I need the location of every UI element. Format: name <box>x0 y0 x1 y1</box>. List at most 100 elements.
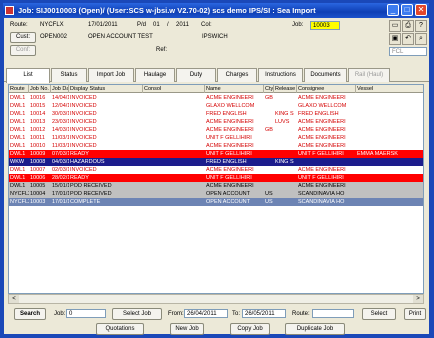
cell-job: 10003 <box>30 199 46 205</box>
table-row[interactable]: NYCFLX10003 17/01/11COMPLETE OPEN ACCOUNT U… <box>9 198 423 206</box>
tab-duty[interactable]: Duty <box>176 68 216 82</box>
cell-vessel <box>356 190 423 198</box>
table-row[interactable]: DWL1 10013 23/03/11INVOICED ACME ENGINEERI L… <box>9 118 423 126</box>
scroll-left-arrow[interactable]: < <box>9 295 19 303</box>
cell-job: 10013 <box>30 119 46 125</box>
cell-consol <box>143 158 205 166</box>
help-icon[interactable]: ? <box>415 20 427 32</box>
tab-haulage[interactable]: Haulage <box>135 68 175 82</box>
lock-icon[interactable]: ▣ <box>389 33 401 45</box>
table-row[interactable]: WKW 10008 04/03/11HAZARDOUS FRED ENGLISH KIN… <box>9 158 423 166</box>
select-button[interactable]: Select <box>362 308 396 320</box>
search-job-input[interactable]: 0 <box>66 309 106 318</box>
cell-date: 14/04/11 <box>52 95 69 101</box>
cell-vessel <box>356 182 423 190</box>
tab-status[interactable]: Status <box>51 68 87 82</box>
horizontal-scrollbar[interactable]: < > <box>8 294 424 304</box>
table-row[interactable]: DWL1 10012 14/03/11INVOICED ACME ENGINEERI G… <box>9 126 423 134</box>
minimize-button[interactable]: _ <box>387 4 399 16</box>
cell-cty <box>264 174 274 182</box>
tab-instructions[interactable]: Instructions <box>258 68 303 82</box>
col-header-display-status[interactable]: Display Status <box>69 85 143 93</box>
print-button[interactable]: Print <box>404 308 426 320</box>
undo-icon[interactable]: ↶ <box>402 33 414 45</box>
tab-list[interactable]: List <box>6 68 50 83</box>
col-header-vessel[interactable]: Vessel <box>356 85 423 93</box>
tab-charges[interactable]: Charges <box>217 68 257 82</box>
table-row[interactable]: DWL1 10009 07/03/11READY UNIT F GELLIHIRI UN… <box>9 150 423 158</box>
maximize-button[interactable]: □ <box>401 4 413 16</box>
cell-status: HAZARDOUS <box>70 159 105 165</box>
cell-job: 10006 <box>30 175 46 181</box>
cell-route: NYCFLX <box>10 191 29 197</box>
col-header-name[interactable]: Name <box>205 85 264 93</box>
cell-route: DWL1 <box>10 103 26 109</box>
col-header-job-no[interactable]: Job No. <box>29 85 51 93</box>
duplicate-job-button[interactable]: Duplicate Job <box>285 323 345 335</box>
table-row[interactable]: DWL1 10006 28/02/11READY UNIT F GELLIHIRI UN… <box>9 174 423 182</box>
cell-consignee: FRED ENGLISH <box>298 111 339 117</box>
col-header-consignee[interactable]: Consignee <box>297 85 356 93</box>
col-header-route[interactable]: Route <box>9 85 29 93</box>
job-number-field[interactable]: 10003 <box>310 21 340 30</box>
table-row[interactable]: DWL1 10007 02/03/11INVOICED ACME ENGINEERI A… <box>9 166 423 174</box>
search-icon[interactable]: ⌕ <box>415 33 427 45</box>
cell-cty <box>264 158 274 166</box>
print-icon[interactable]: ⎙ <box>402 20 414 32</box>
copy-job-button[interactable]: Copy Job <box>230 323 270 335</box>
close-button[interactable]: ✕ <box>415 4 427 16</box>
cell-vessel <box>356 166 423 174</box>
copy-icon[interactable]: ▭ <box>389 20 401 32</box>
table-row[interactable]: NYCFLX10004 17/01/11POD RECEIVED OPEN ACCO… <box>9 190 423 198</box>
cell-consignee: ACME ENGINEERI <box>298 119 346 125</box>
fcl-field[interactable]: FCL <box>389 47 427 56</box>
from-date-input[interactable]: 26/04/2011 <box>184 309 228 318</box>
conf-button[interactable]: Conf: <box>10 45 36 56</box>
table-row[interactable]: DWL1 10014 30/03/11INVOICED FRED ENGLISH KIN… <box>9 110 423 118</box>
cell-release <box>274 166 297 174</box>
col-header-release[interactable]: Release <box>274 85 297 93</box>
search-button[interactable]: Search <box>14 308 46 320</box>
new-job-button[interactable]: New Job <box>170 323 204 335</box>
quotations-button[interactable]: Quotations <box>96 323 144 335</box>
cell-status: INVOICED <box>70 143 97 149</box>
cell-status: INVOICED <box>70 127 97 133</box>
cell-cty <box>264 134 274 142</box>
table-row[interactable]: DWL1 10015 12/04/11INVOICED GLAXO WELLCOM GL… <box>9 102 423 110</box>
cell-consignee: SCANDINAVIA HO <box>298 191 345 197</box>
year-value: 2011 <box>176 22 189 28</box>
col-header-job-date[interactable]: Job Date <box>51 85 69 93</box>
table-row[interactable]: DWL1 10005 15/01/11POD RECEIVED ACME ENGINE… <box>9 182 423 190</box>
cell-vessel <box>356 142 423 150</box>
route-filter-input[interactable] <box>312 309 354 318</box>
cell-date: 11/03/11 <box>52 135 69 141</box>
cell-route: DWL1 <box>10 167 26 173</box>
cell-consignee: UNIT F GELLIHIRI <box>298 175 344 181</box>
cell-name: UNIT F GELLIHIRI <box>206 135 252 141</box>
table-row[interactable]: DWL1 10011 11/03/11INVOICED UNIT F GELLIHIR… <box>9 134 423 142</box>
jobs-grid[interactable]: Route Job No. Job Date Display Status Co… <box>8 84 424 294</box>
cell-consol <box>143 174 205 182</box>
cell-name: ACME ENGINEERI <box>206 143 254 149</box>
period-separator: / <box>167 22 169 28</box>
scroll-right-arrow[interactable]: > <box>413 295 423 303</box>
cell-release <box>274 174 297 182</box>
to-date-input[interactable]: 26/05/2011 <box>242 309 286 318</box>
cell-date: 04/03/11 <box>52 159 69 165</box>
table-row[interactable]: DWL1 10010 11/03/11INVOICED ACME ENGINEERI A… <box>9 142 423 150</box>
select-job-button[interactable]: Select Job <box>112 308 162 320</box>
cell-status: INVOICED <box>70 103 97 109</box>
cell-release <box>274 150 297 158</box>
cell-job: 10016 <box>30 95 46 101</box>
cell-vessel <box>356 118 423 126</box>
tab-documents[interactable]: Documents <box>304 68 347 82</box>
table-row[interactable]: DWL1 10016 14/04/11INVOICED ACME ENGINEERI G… <box>9 94 423 102</box>
cell-consignee: SCANDINAVIA HO <box>298 199 345 205</box>
col-header-cty[interactable]: Cty <box>264 85 274 93</box>
cell-job: 10005 <box>30 183 46 189</box>
col-header-consol[interactable]: Consol <box>143 85 205 93</box>
tab-import-job[interactable]: Import Job <box>88 68 134 82</box>
cust-button[interactable]: Cust: <box>10 32 36 43</box>
cell-job: 10010 <box>30 143 46 149</box>
col-label: Col: <box>201 22 212 28</box>
